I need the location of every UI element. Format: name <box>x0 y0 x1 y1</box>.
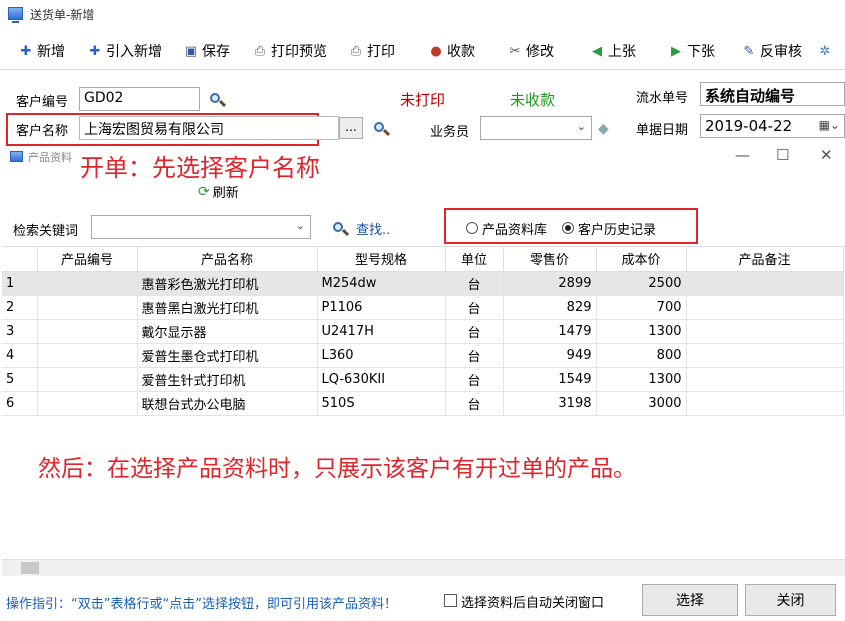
auto-close-checkbox[interactable] <box>444 594 457 607</box>
header-retail-price[interactable]: 零售价 <box>503 247 597 272</box>
table-row[interactable]: 6 联想台式办公电脑 510S 台 3198 3000 <box>2 391 844 416</box>
radio-customer-history-label: 客户历史记录 <box>578 223 657 238</box>
auto-close-label: 选择资料后自动关闭窗口 <box>461 596 605 611</box>
product-table: 产品编号 产品名称 型号规格 单位 零售价 成本价 产品备注 1 惠普彩色激光打… <box>2 246 845 576</box>
search-keyword-label: 检索关键词 <box>13 224 79 239</box>
print-status: 未打印 <box>400 91 446 109</box>
close-button[interactable]: 关闭 <box>745 584 836 616</box>
eraser-icon[interactable]: ◆ <box>598 121 609 137</box>
customer-code-input[interactable]: GD02 <box>79 87 200 111</box>
tools-icon: ✂ <box>509 43 521 59</box>
gear-icon: ✲ <box>819 43 831 59</box>
customer-code-label: 客户编号 <box>16 95 69 110</box>
header-row-number <box>2 247 38 272</box>
salesman-select[interactable]: ⌄ <box>480 116 592 140</box>
arrow-left-icon: ◀ <box>592 43 602 59</box>
header-product-name[interactable]: 产品名称 <box>137 247 318 272</box>
radio-product-library-label: 产品资料库 <box>482 223 548 238</box>
find-button[interactable]: 查找.. <box>332 219 390 238</box>
app-window-icon <box>8 7 23 23</box>
floppy-disk-icon: ▣ <box>184 43 198 59</box>
print-preview-button[interactable]: ⎙ 打印预览 <box>252 41 327 61</box>
table-row[interactable]: 4 爱普生墨仓式打印机 L360 台 949 800 <box>2 343 844 368</box>
import-new-button[interactable]: ✚ 引入新增 <box>87 41 162 61</box>
customer-name-input[interactable]: 上海宏图贸易有限公司 <box>79 116 339 140</box>
coins-icon: ● <box>430 43 442 59</box>
customer-browse-button[interactable]: ... <box>339 117 363 139</box>
calendar-dropdown-icon[interactable]: ▦⌄ <box>819 118 840 132</box>
plus-icon: ✚ <box>89 43 101 59</box>
header-product-note[interactable]: 产品备注 <box>686 247 844 272</box>
horizontal-scrollbar[interactable] <box>2 559 845 576</box>
table-row[interactable]: 1 惠普彩色激光打印机 M254dw 台 2899 2500 <box>2 271 844 296</box>
save-button[interactable]: ▣ 保存 <box>183 41 230 61</box>
annotation-bottom: 然后：在选择产品资料时，只展示该客户有开过单的产品。 <box>38 456 636 482</box>
table-header: 产品编号 产品名称 型号规格 单位 零售价 成本价 产品备注 <box>2 247 844 272</box>
minimize-icon[interactable]: — <box>735 146 750 164</box>
document-edit-icon: ✎ <box>743 43 755 59</box>
serial-number-input: 系统自动编号 <box>700 82 845 106</box>
maximize-icon[interactable]: ☐ <box>776 146 789 164</box>
previous-button[interactable]: ◀ 上张 <box>589 41 636 61</box>
header-model[interactable]: 型号规格 <box>317 247 446 272</box>
search-icon <box>332 221 350 237</box>
chevron-down-icon: ⌄ <box>576 120 586 133</box>
arrow-right-icon: ▶ <box>671 43 681 59</box>
edit-button[interactable]: ✂ 修改 <box>507 41 554 61</box>
new-button[interactable]: ✚ 新增 <box>18 41 65 61</box>
table-row[interactable]: 5 爱普生针式打印机 LQ-630KII 台 1549 1300 <box>2 367 844 392</box>
refresh-button[interactable]: ⟳ 刷新 <box>198 182 239 202</box>
print-button[interactable]: ⎙ 打印 <box>348 41 395 61</box>
chevron-down-icon: ⌄ <box>295 219 305 232</box>
table-row[interactable]: 3 戴尔显示器 U2417H 台 1479 1300 <box>2 319 844 344</box>
serial-number-label: 流水单号 <box>636 91 689 106</box>
more-settings-button[interactable]: ✲ <box>817 41 836 61</box>
close-window-icon[interactable]: ✕ <box>820 146 833 164</box>
toolbar: ✚ 新增 ✚ 引入新增 ▣ 保存 ⎙ 打印预览 ⎙ 打印 ● 收款 ✂ 修改 ◀… <box>0 30 845 70</box>
operation-hint: 操作指引：“双击”表格行或“点击”选择按钮，即可引用该产品资料！ <box>6 597 397 612</box>
customer-name-label: 客户名称 <box>16 124 69 139</box>
window-title: 送货单-新增 <box>30 8 95 22</box>
salesman-label: 业务员 <box>430 125 470 140</box>
document-date-label: 单据日期 <box>636 123 689 138</box>
next-button[interactable]: ▶ 下张 <box>668 41 715 61</box>
radio-customer-history[interactable] <box>562 222 574 234</box>
unaudit-button[interactable]: ✎ 反审核 <box>741 41 802 61</box>
radio-product-library[interactable] <box>466 222 478 234</box>
receive-payment-button[interactable]: ● 收款 <box>428 41 475 61</box>
table-row[interactable]: 2 惠普黑白激光打印机 P1106 台 829 700 <box>2 295 844 320</box>
printer-icon: ⎙ <box>350 43 362 59</box>
refresh-icon: ⟳ <box>198 183 210 200</box>
header-cost-price[interactable]: 成本价 <box>596 247 687 272</box>
search-icon[interactable] <box>373 121 391 137</box>
product-window-title: 产品资料 <box>28 151 72 164</box>
annotation-top: 开单：先选择客户名称 <box>80 154 320 182</box>
header-unit[interactable]: 单位 <box>445 247 504 272</box>
select-button[interactable]: 选择 <box>642 584 738 616</box>
product-window-icon <box>10 151 23 162</box>
search-keyword-input[interactable]: ⌄ <box>91 215 311 239</box>
printer-icon: ⎙ <box>254 43 266 59</box>
search-icon[interactable] <box>209 92 227 108</box>
scrollbar-thumb[interactable] <box>21 562 39 574</box>
payment-status: 未收款 <box>510 91 556 109</box>
header-product-code[interactable]: 产品编号 <box>37 247 138 272</box>
title-bar: 送货单-新增 <box>0 0 845 30</box>
plus-icon: ✚ <box>20 43 32 59</box>
document-date-input[interactable]: 2019-04-22 ▦⌄ <box>700 114 845 138</box>
